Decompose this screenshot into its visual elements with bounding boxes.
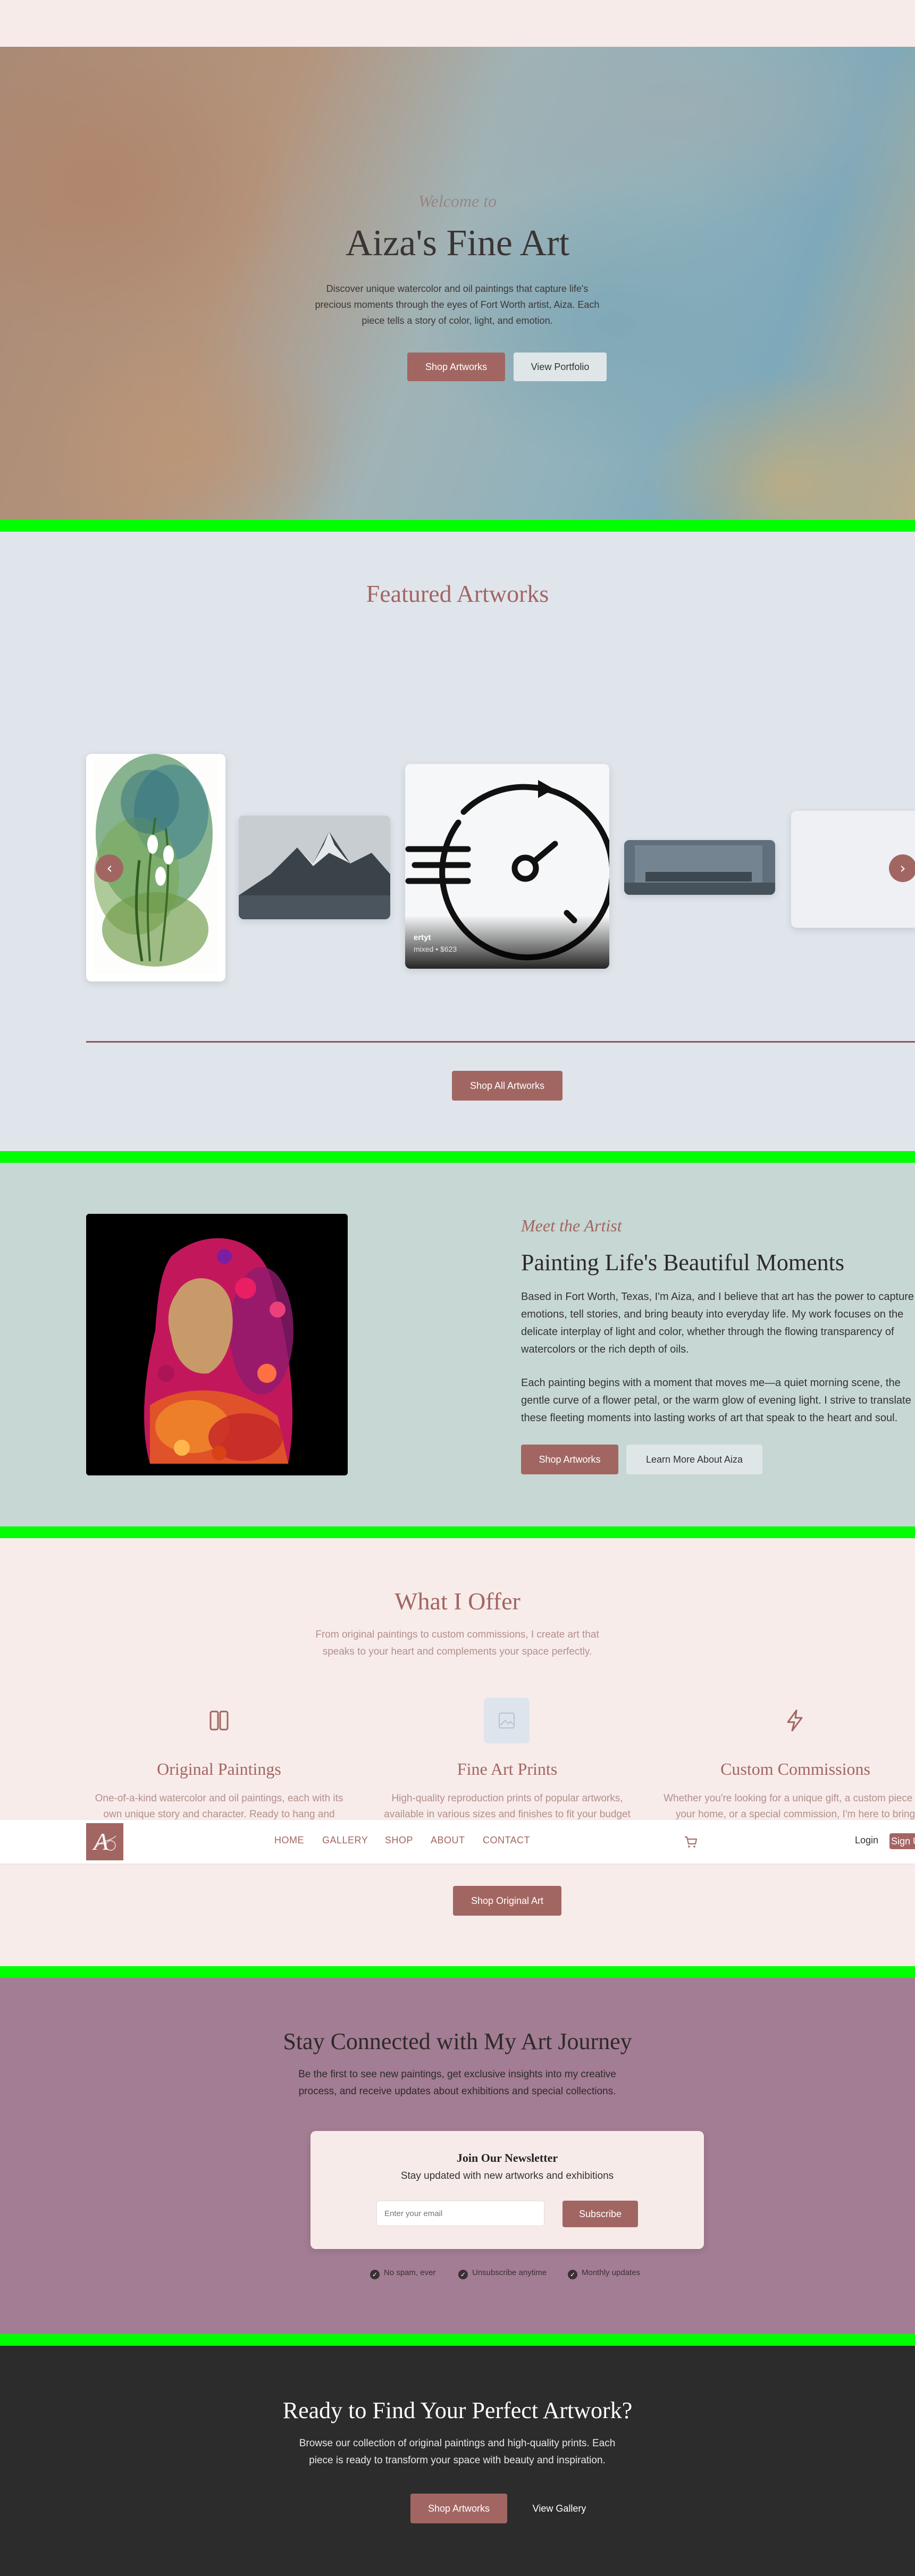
top-strip — [0, 0, 915, 47]
artist-eyebrow: Meet the Artist — [521, 1216, 622, 1235]
cart-icon[interactable] — [683, 1834, 699, 1850]
site-logo[interactable]: A — [86, 1823, 123, 1860]
offer-title: What I Offer — [394, 1588, 521, 1615]
perk-item: ✓ Monthly updates — [568, 2268, 640, 2279]
image-icon — [484, 1698, 530, 1743]
nav-search-input[interactable] — [707, 1833, 847, 1852]
artwork-card-room[interactable] — [624, 840, 775, 895]
mosaic-portrait-image — [86, 1214, 348, 1475]
meet-the-artist-section: Meet the Artist Painting Life's Beautifu… — [0, 1163, 915, 1526]
perk-item: ✓ Unsubscribe anytime — [458, 2268, 547, 2279]
section-divider-bar — [0, 520, 915, 532]
featured-title: Featured Artworks — [366, 580, 549, 607]
artist-title: Painting Life's Beautiful Moments — [521, 1249, 844, 1276]
artist-paragraph-2: Each painting begins with a moment that … — [521, 1377, 911, 1424]
artwork-card-mountains[interactable] — [239, 816, 390, 919]
offer-item-description: One-of-a-kind watercolor and oil paintin… — [95, 1793, 343, 1820]
newsletter-card-title: Join Our Newsletter — [456, 2151, 558, 2164]
hero-eyebrow: Welcome to — [418, 191, 497, 211]
newsletter-card-subtitle: Stay updated with new artworks and exhib… — [400, 2170, 614, 2181]
hero-content: Welcome to Aiza's Fine Art Discover uniq… — [0, 47, 915, 520]
carousel-progress-line — [86, 1041, 915, 1043]
carousel-next-button[interactable]: › — [889, 854, 915, 882]
artwork-card-ertyt[interactable]: ertyt mixed • $623 — [405, 764, 609, 969]
perk-item: ✓ No spam, ever — [370, 2268, 436, 2279]
mountain-photo-image — [239, 816, 390, 919]
cta-section: Ready to Find Your Perfect Artwork? Brow… — [0, 2346, 915, 2576]
offer-item-description: Whether you're looking for a unique gift… — [664, 1793, 915, 1820]
section-divider-bar — [0, 1966, 915, 1978]
offer-item-title: Custom Commissions — [720, 1759, 870, 1778]
newsletter-title: Stay Connected with My Art Journey — [283, 2028, 632, 2054]
subscribe-button[interactable]: Subscribe — [563, 2201, 638, 2227]
offer-item-title: Fine Art Prints — [457, 1759, 558, 1778]
cta-title: Ready to Find Your Perfect Artwork? — [282, 2397, 633, 2423]
nav-link-about[interactable]: ABOUT — [431, 1835, 465, 1846]
section-divider-bar — [0, 1526, 915, 1539]
sign-up-button[interactable]: Sign Up — [889, 1833, 915, 1849]
nav-link-gallery[interactable]: GALLERY — [322, 1835, 368, 1846]
artist-portrait-image — [86, 1214, 348, 1475]
svg-text:A: A — [92, 1828, 109, 1855]
learn-more-about-aiza-button[interactable]: Learn More About Aiza — [626, 1445, 762, 1474]
hero-section: Welcome to Aiza's Fine Art Discover uniq… — [0, 47, 915, 520]
cta-description: Browse our collection of original painti… — [299, 2438, 616, 2466]
cta-view-gallery-button[interactable]: View Gallery — [517, 2494, 602, 2523]
hero-title: Aiza's Fine Art — [346, 223, 569, 264]
artwork-meta: mixed • $623 — [414, 945, 457, 953]
hero-shop-artworks-button[interactable]: Shop Artworks — [407, 353, 505, 381]
lightning-icon — [772, 1698, 818, 1743]
featured-artworks-section: Featured Artworks ertyt mixed • $623 ‹ ›… — [0, 532, 915, 1151]
newsletter-description: Be the first to see new paintings, get e… — [298, 2069, 616, 2097]
newsletter-section: Stay Connected with My Art Journey Be th… — [0, 1978, 915, 2334]
check-icon: ✓ — [458, 2270, 468, 2279]
perk-label: Monthly updates — [582, 2268, 641, 2277]
hero-description: Discover unique watercolor and oil paint… — [315, 283, 600, 326]
nav-link-home[interactable]: HOME — [274, 1835, 304, 1846]
cta-shop-artworks-button[interactable]: Shop Artworks — [410, 2494, 507, 2523]
section-divider-bar — [0, 2334, 915, 2346]
check-icon: ✓ — [370, 2270, 380, 2279]
room-photo-image — [624, 840, 775, 895]
email-field[interactable] — [376, 2201, 544, 2226]
carousel-prev-button[interactable]: ‹ — [96, 854, 123, 882]
what-i-offer-section: What I Offer From original paintings to … — [0, 1538, 915, 1966]
nav-link-shop[interactable]: SHOP — [385, 1835, 413, 1846]
newsletter-card: Join Our Newsletter Stay updated with ne… — [310, 2131, 704, 2249]
columns-icon — [196, 1698, 242, 1743]
artist-paragraph-1: Based in Fort Worth, Texas, I'm Aiza, an… — [521, 1291, 914, 1355]
offer-item-description: High-quality reproduction prints of popu… — [384, 1793, 631, 1820]
navbar: A HOME GALLERY SHOP ABOUT CONTACT Login … — [0, 1820, 915, 1864]
nav-link-contact[interactable]: CONTACT — [483, 1835, 530, 1846]
card-caption-overlay — [405, 916, 609, 969]
section-divider-bar — [0, 1151, 915, 1163]
hero-view-portfolio-button[interactable]: View Portfolio — [514, 353, 607, 381]
perk-label: No spam, ever — [384, 2268, 436, 2277]
artist-shop-artworks-button[interactable]: Shop Artworks — [521, 1445, 618, 1474]
perk-label: Unsubscribe anytime — [472, 2268, 547, 2277]
offer-subtitle: From original paintings to custom commis… — [315, 1629, 599, 1657]
shop-all-artworks-button[interactable]: Shop All Artworks — [452, 1071, 563, 1101]
artwork-title: ertyt — [414, 933, 431, 942]
shop-original-art-button[interactable]: Shop Original Art — [453, 1886, 561, 1916]
offer-item-title: Original Paintings — [157, 1759, 281, 1778]
check-icon: ✓ — [568, 2270, 577, 2279]
login-link[interactable]: Login — [855, 1835, 878, 1846]
